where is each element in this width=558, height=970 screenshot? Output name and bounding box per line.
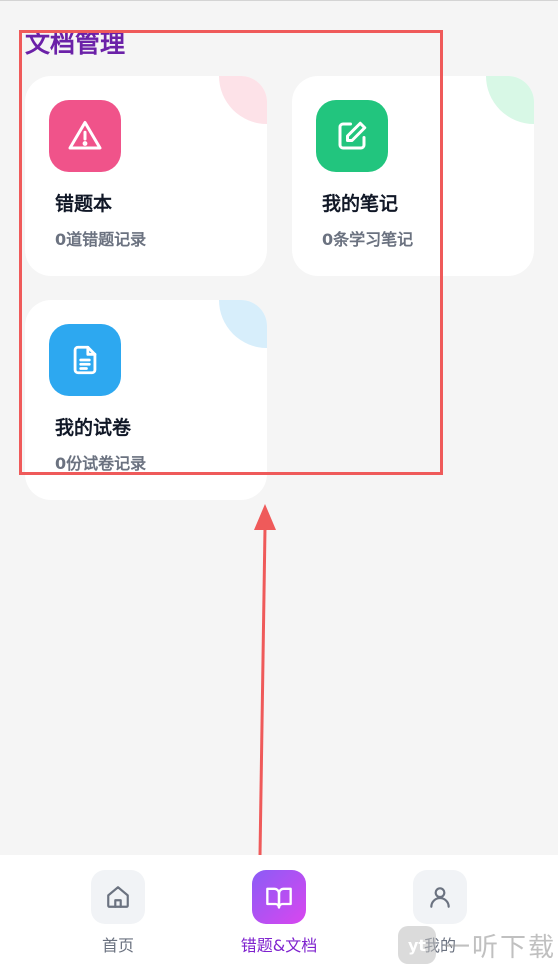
card-corner-decoration <box>219 300 267 348</box>
card-icon-box <box>316 100 388 172</box>
nav-label: 首页 <box>101 936 134 955</box>
nav-icon-box <box>413 870 467 924</box>
card-subtitle: 0份试卷记录 <box>55 454 147 473</box>
section-title: 文档管理 <box>25 29 126 58</box>
card-my-notes[interactable]: 我的笔记 0条学习笔记 <box>292 76 534 276</box>
card-corner-decoration <box>219 76 267 124</box>
warning-triangle-icon <box>68 121 102 150</box>
card-my-papers[interactable]: 我的试卷 0份试卷记录 <box>25 300 267 500</box>
nav-item-home[interactable]: 首页 <box>58 870 178 956</box>
watermark-text: 一听下载 <box>444 932 557 963</box>
book-open-icon <box>266 887 292 909</box>
nav-icon-box <box>252 870 306 924</box>
card-subtitle: 0道错题记录 <box>55 230 147 249</box>
top-border <box>0 0 558 1</box>
card-title: 错题本 <box>55 193 113 215</box>
card-title: 我的笔记 <box>322 193 399 215</box>
card-title: 我的试卷 <box>55 417 132 439</box>
card-subtitle: 0条学习笔记 <box>322 230 414 249</box>
nav-icon-box <box>91 870 145 924</box>
edit-note-icon <box>338 121 367 150</box>
document-icon <box>73 345 97 375</box>
home-icon <box>107 886 129 908</box>
user-icon <box>430 887 450 908</box>
watermark: yt 一听下载 <box>398 920 558 970</box>
watermark-logo-icon: yt <box>398 926 436 964</box>
nav-item-wrong-docs[interactable]: 错题&文档 <box>219 870 339 956</box>
card-icon-box <box>49 324 121 396</box>
card-icon-box <box>49 100 121 172</box>
arrow-annotation <box>254 504 276 857</box>
card-corner-decoration <box>486 76 534 124</box>
nav-label: 错题&文档 <box>240 936 318 955</box>
card-wrong-questions[interactable]: 错题本 0道错题记录 <box>25 76 267 276</box>
